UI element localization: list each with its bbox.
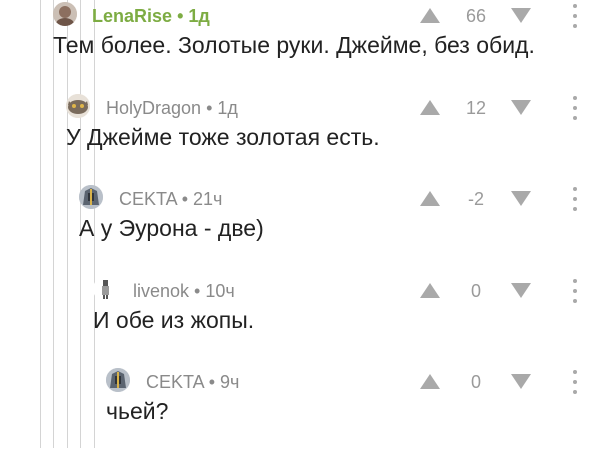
more-vertical-icon[interactable]	[570, 96, 580, 120]
author-name[interactable]: livenok	[133, 281, 189, 301]
downvote-arrow-icon[interactable]	[511, 100, 531, 115]
comment-time[interactable]: 10ч	[205, 281, 234, 301]
comment-author[interactable]: LenaRise • 1д	[92, 6, 210, 27]
comment-text: У Джейме тоже золотая есть.	[66, 124, 380, 150]
more-vertical-icon[interactable]	[570, 370, 580, 394]
comment-header: livenok • 10ч 0	[0, 275, 600, 305]
comment: CEKTA • 21ч -2 А у Эурона - две)	[0, 183, 600, 275]
avatar[interactable]	[79, 185, 103, 209]
comment-header: CEKTA • 21ч -2	[0, 183, 600, 213]
comment-author[interactable]: CEKTA • 9ч	[146, 372, 239, 393]
author-name[interactable]: CEKTA	[119, 189, 177, 209]
comment-header: LenaRise • 1д 66	[0, 0, 600, 30]
comment-score: 12	[465, 98, 487, 118]
downvote-arrow-icon[interactable]	[511, 8, 531, 23]
comment-author[interactable]: HolyDragon • 1д	[106, 98, 238, 119]
comment-time[interactable]: 9ч	[220, 372, 239, 392]
comment: livenok • 10ч 0 И обе из жопы.	[0, 275, 600, 367]
comment-time[interactable]: 1д	[188, 6, 209, 26]
comment-author[interactable]: CEKTA • 21ч	[119, 189, 222, 210]
author-name[interactable]: HolyDragon	[106, 98, 201, 118]
meta-separator: •	[194, 281, 201, 301]
upvote-arrow-icon[interactable]	[420, 100, 440, 115]
comment-score: 66	[465, 6, 487, 26]
avatar[interactable]	[53, 2, 77, 26]
meta-separator: •	[208, 372, 216, 392]
upvote-arrow-icon[interactable]	[420, 191, 440, 206]
avatar[interactable]	[93, 277, 117, 301]
avatar-image	[93, 277, 117, 301]
upvote-arrow-icon[interactable]	[420, 283, 440, 298]
comment-score: 0	[470, 372, 481, 392]
comment-score: 0	[470, 281, 481, 301]
upvote-arrow-icon[interactable]	[420, 374, 440, 389]
comment-text: чьей?	[106, 398, 169, 424]
author-name[interactable]: CEKTA	[146, 372, 204, 392]
downvote-arrow-icon[interactable]	[511, 191, 531, 206]
meta-separator: •	[177, 6, 184, 26]
comment: CEKTA • 9ч 0 чьей?	[0, 366, 600, 458]
avatar-image	[106, 368, 130, 392]
downvote-arrow-icon[interactable]	[511, 374, 531, 389]
comment-time[interactable]: 1д	[217, 98, 238, 118]
comment-text: А у Эурона - две)	[79, 215, 264, 241]
author-name[interactable]: LenaRise	[92, 6, 172, 26]
comment-author[interactable]: livenok • 10ч	[133, 281, 235, 302]
comment-header: CEKTA • 9ч 0	[0, 366, 600, 396]
avatar[interactable]	[106, 368, 130, 392]
comment-header: HolyDragon • 1д 12	[0, 92, 600, 122]
comment-score: -2	[467, 189, 484, 209]
avatar-image	[79, 185, 103, 209]
more-vertical-icon[interactable]	[570, 279, 580, 303]
more-vertical-icon[interactable]	[570, 4, 580, 28]
avatar-image	[53, 2, 77, 26]
comment: LenaRise • 1д 66 Тем более. Золотые руки…	[0, 0, 600, 92]
comment: HolyDragon • 1д 12 У Джейме тоже золотая…	[0, 92, 600, 184]
comment-text: Тем более. Золотые руки. Джейме, без оби…	[53, 32, 535, 58]
comment-time[interactable]: 21ч	[193, 189, 222, 209]
meta-separator: •	[181, 189, 189, 209]
meta-separator: •	[206, 98, 213, 118]
downvote-arrow-icon[interactable]	[511, 283, 531, 298]
comment-text: И обе из жопы.	[93, 307, 255, 333]
avatar[interactable]	[66, 94, 90, 118]
upvote-arrow-icon[interactable]	[420, 8, 440, 23]
more-vertical-icon[interactable]	[570, 187, 580, 211]
avatar-image	[66, 94, 90, 118]
